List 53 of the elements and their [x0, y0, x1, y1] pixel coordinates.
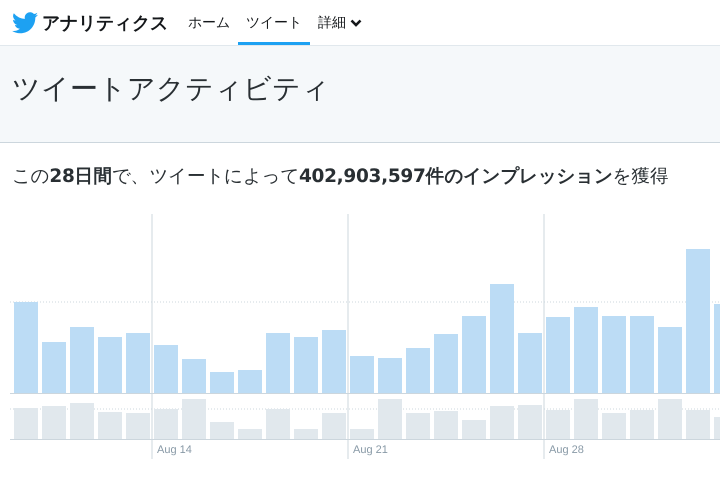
- engagement-bar: [42, 406, 66, 439]
- impressions-bar: [518, 333, 542, 393]
- engagement-bar: [182, 399, 206, 439]
- impressions-bar: [210, 372, 234, 393]
- engagement-bar: [434, 411, 458, 439]
- impressions-bar: [294, 337, 318, 393]
- engagement-bar: [630, 410, 654, 439]
- nav-tab[interactable]: 詳細: [310, 0, 370, 45]
- impressions-bar: [70, 327, 94, 393]
- engagement-bar: [406, 413, 430, 439]
- nav-tab[interactable]: ホーム: [180, 0, 238, 45]
- engagement-bar: [518, 405, 542, 439]
- impressions-bar: [322, 330, 346, 393]
- engagement-bar: [574, 399, 598, 439]
- impressions-bar: [406, 348, 430, 393]
- app-title: アナリティクス: [42, 12, 168, 34]
- impressions-bar: [434, 334, 458, 393]
- bird-icon: [12, 12, 38, 34]
- impressions-bar: [42, 342, 66, 393]
- date-label: Aug 28: [549, 444, 584, 456]
- engagement-bar: [70, 403, 94, 439]
- page-title: ツイートアクティビティ: [12, 71, 330, 107]
- engagement-bar: [238, 429, 262, 439]
- engagement-bar: [462, 420, 486, 439]
- date-label: Aug 14: [157, 444, 192, 456]
- engagement-bar: [126, 413, 150, 439]
- impressions-bar: [238, 370, 262, 393]
- impressions-bar: [658, 327, 682, 393]
- date-label: Aug 21: [353, 444, 388, 456]
- engagement-bar: [98, 412, 122, 439]
- impressions-bar: [182, 359, 206, 393]
- engagement-bar: [658, 399, 682, 439]
- engagement-bar: [714, 417, 720, 439]
- engagement-bar: [546, 410, 570, 439]
- impressions-bar: [126, 333, 150, 393]
- engagement-bar: [14, 408, 38, 439]
- engagement-bar: [154, 409, 178, 439]
- impressions-bar: [154, 345, 178, 393]
- engagement-bar: [266, 409, 290, 439]
- chevron-down-icon: [350, 18, 362, 28]
- engagement-bar: [686, 410, 710, 439]
- engagement-bar: [378, 399, 402, 439]
- summary-text: この28日間で、ツイートによって402,903,597件のインプレッションを獲得: [11, 165, 670, 188]
- impressions-bar: [266, 333, 290, 393]
- impressions-bar: [378, 358, 402, 393]
- engagement-bar: [602, 413, 626, 439]
- engagement-bar: [210, 422, 234, 439]
- engagement-bar: [294, 429, 318, 439]
- engagement-bar: [490, 406, 514, 439]
- engagement-bar: [350, 429, 374, 439]
- engagement-bar: [322, 413, 346, 439]
- impressions-bar: [350, 356, 374, 393]
- impressions-bar: [98, 337, 122, 393]
